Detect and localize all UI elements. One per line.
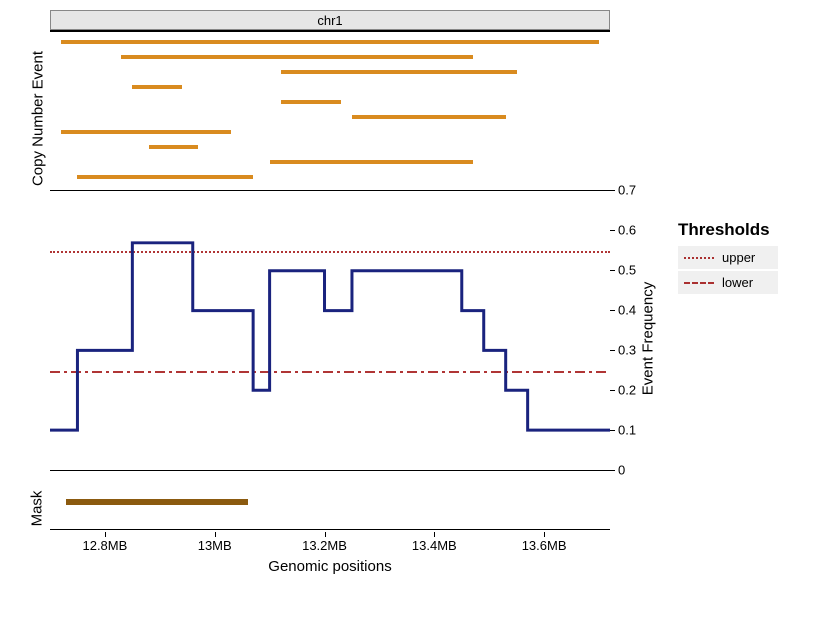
cnv-segment (61, 130, 231, 134)
x-tick (325, 532, 326, 537)
y-tick-label: 0.5 (618, 263, 636, 278)
y-tick-label: 0.1 (618, 423, 636, 438)
step-line-svg (50, 191, 610, 470)
x-tick (434, 532, 435, 537)
legend-swatch-lower (684, 282, 714, 284)
y-tick-label: 0 (618, 463, 625, 478)
cnv-segment (149, 145, 198, 149)
y-tick-label: 0.4 (618, 303, 636, 318)
left-axis-labels: Copy Number Event Mask (10, 10, 50, 610)
cnv-segment (61, 40, 599, 44)
x-tick-label: 13.2MB (302, 538, 347, 553)
x-tick-label: 13.4MB (412, 538, 457, 553)
y-tick (610, 350, 615, 351)
cnv-segment (281, 70, 517, 74)
x-axis-label: Genomic positions (50, 558, 610, 575)
cnv-segment (270, 160, 473, 164)
cnv-segment (77, 175, 253, 179)
legend: Thresholds upper lower (660, 10, 830, 610)
legend-swatch-upper (684, 257, 714, 259)
cnv-segment (132, 85, 181, 89)
legend-item-lower: lower (678, 271, 778, 294)
y-tick (610, 430, 615, 431)
legend-label: lower (722, 275, 753, 290)
ylabel-copy-number: Copy Number Event (30, 49, 47, 189)
y-tick (610, 230, 615, 231)
cnv-segment (352, 115, 506, 119)
x-axis: Genomic positions 12.8MB 13MB 13.2MB 13.4MB… (50, 530, 610, 580)
y-tick (610, 310, 615, 311)
frequency-step-line (50, 243, 610, 430)
x-tick-label: 13MB (198, 538, 232, 553)
panel-event-frequency (50, 190, 610, 470)
y-tick (610, 470, 615, 471)
y-tick (610, 390, 615, 391)
x-tick (105, 532, 106, 537)
ylabel-event-frequency: Event Frequency (640, 279, 657, 399)
y-tick (610, 190, 615, 191)
x-tick-label: 13.6MB (522, 538, 567, 553)
x-tick-label: 12.8MB (82, 538, 127, 553)
ylabel-mask: Mask (29, 484, 46, 534)
facet-strip: chr1 (50, 10, 610, 30)
y-tick-label: 0.6 (618, 223, 636, 238)
cnv-segment (121, 55, 472, 59)
x-tick (215, 532, 216, 537)
panel-mask (50, 470, 610, 530)
genomic-chart: Copy Number Event Mask chr1 Genomic posi… (10, 10, 839, 610)
y-tick-label: 0.2 (618, 383, 636, 398)
panel-copy-number-event (50, 30, 610, 190)
mask-segment (66, 499, 247, 505)
legend-label: upper (722, 250, 755, 265)
legend-item-upper: upper (678, 246, 778, 269)
strip-label: chr1 (317, 13, 342, 28)
x-tick (544, 532, 545, 537)
legend-title: Thresholds (678, 220, 830, 240)
right-y-axis: Event Frequency 0 0.1 0.2 0.3 0.4 0.5 0.6 0.7 (610, 10, 660, 610)
y-tick-label: 0.7 (618, 183, 636, 198)
cnv-segment (281, 100, 341, 104)
y-tick-label: 0.3 (618, 343, 636, 358)
y-tick (610, 270, 615, 271)
plot-column: chr1 Genomic positions 12.8MB 13MB 13.2MB 1… (50, 10, 610, 610)
